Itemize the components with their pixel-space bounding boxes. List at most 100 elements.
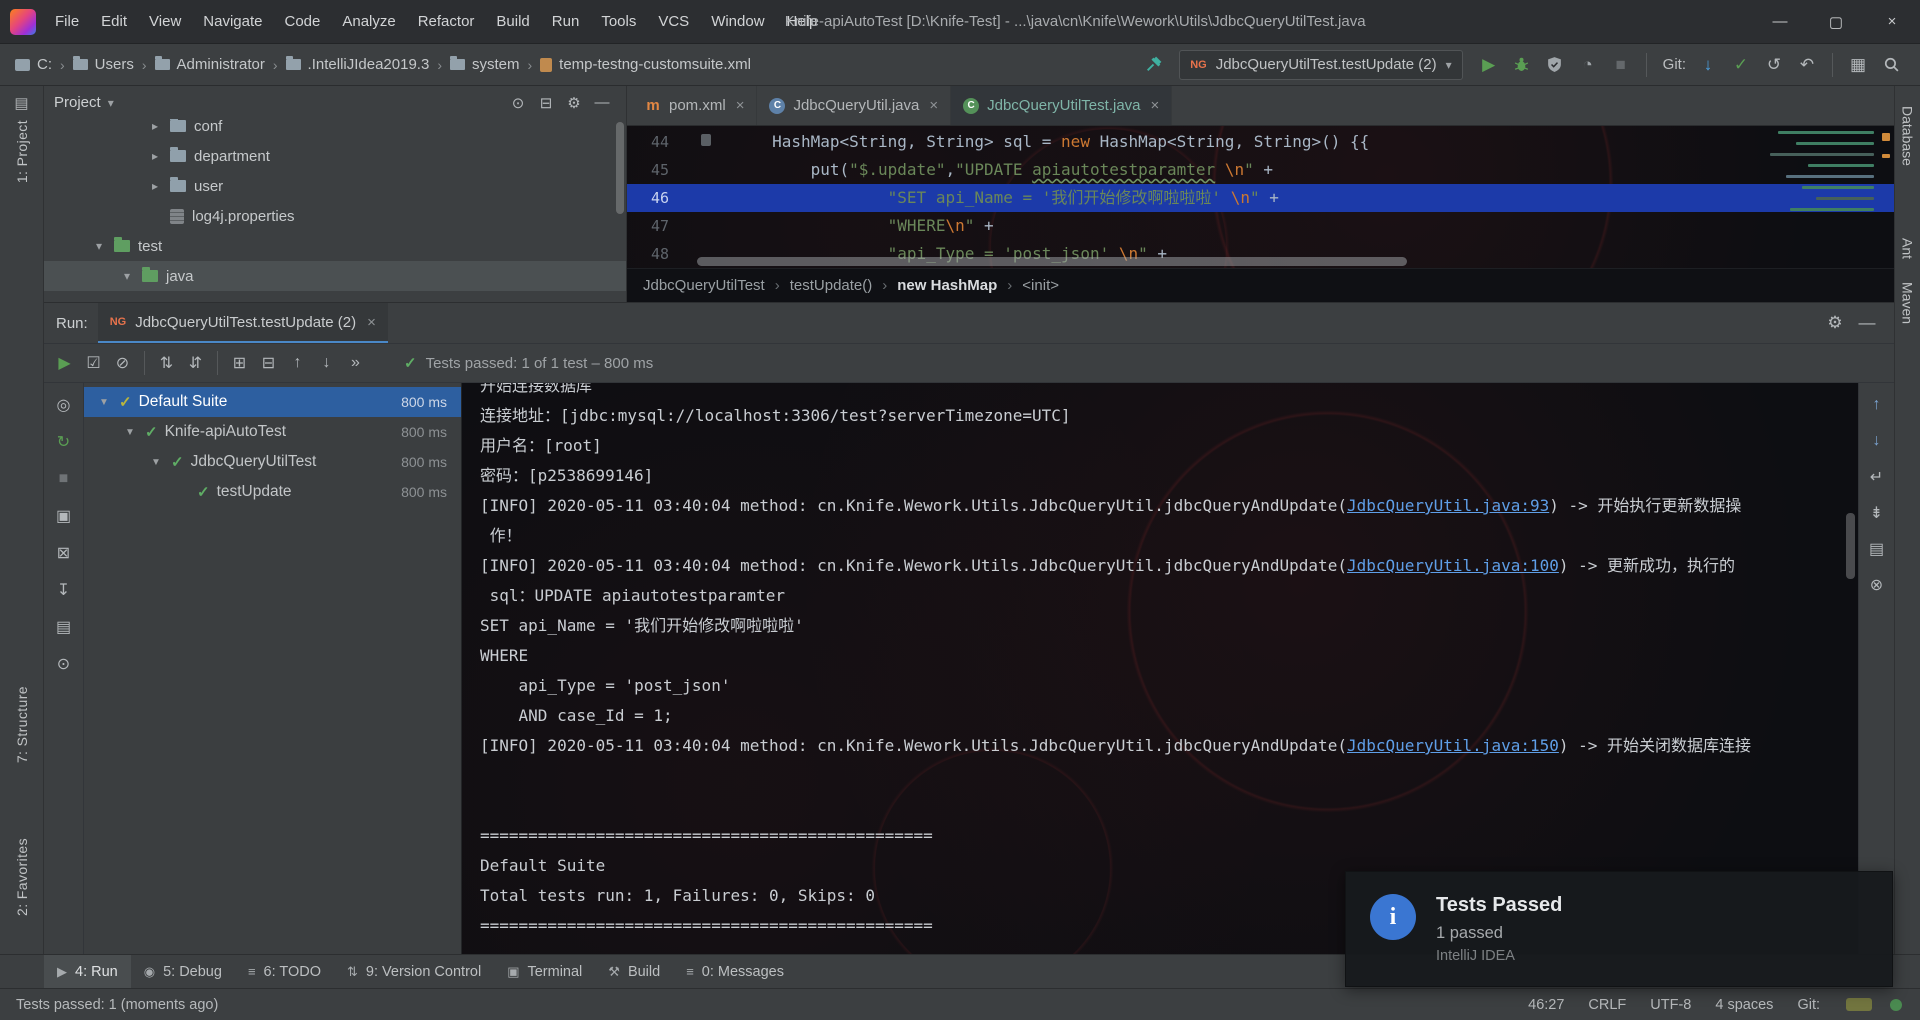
coverage-button[interactable] bbox=[1540, 50, 1570, 80]
menu-vcs[interactable]: VCS bbox=[647, 0, 700, 43]
status-message[interactable]: Tests passed: 1 (moments ago) bbox=[16, 997, 218, 1013]
sort-alphabetically-icon[interactable]: ⇅ bbox=[152, 349, 181, 377]
profiler-button[interactable]: ◔ bbox=[1573, 50, 1603, 80]
run-config-select[interactable]: NG JdbcQueryUtilTest.testUpdate (2) ▾ bbox=[1179, 49, 1463, 80]
collapse-all-icon[interactable]: ⊟ bbox=[532, 90, 560, 116]
breadcrumb-item[interactable]: C: bbox=[12, 54, 55, 75]
editor-horizontal-scrollbar[interactable] bbox=[697, 257, 1407, 266]
next-failed-icon[interactable]: ↓ bbox=[312, 349, 341, 377]
down-stack-trace-icon[interactable]: ↓ bbox=[1864, 429, 1890, 453]
status-4-spaces[interactable]: 4 spaces bbox=[1715, 997, 1773, 1013]
git-history-button[interactable]: ↺ bbox=[1759, 50, 1789, 80]
rerun-failed-icon[interactable]: ☑ bbox=[79, 349, 108, 377]
project-scrollbar[interactable] bbox=[616, 122, 624, 214]
project-item[interactable]: ▸ department bbox=[44, 141, 626, 171]
close-icon[interactable]: × bbox=[367, 314, 376, 331]
git-update-button[interactable]: ↓ bbox=[1693, 50, 1723, 80]
minimize-button[interactable]: — bbox=[1752, 0, 1808, 43]
status-crlf[interactable]: CRLF bbox=[1588, 997, 1626, 1013]
project-item[interactable]: ▸ user bbox=[44, 171, 626, 201]
status-46-27[interactable]: 46:27 bbox=[1528, 997, 1564, 1013]
console-link[interactable]: JdbcQueryUtil.java:93 bbox=[1347, 496, 1549, 515]
notification-body[interactable]: 1 passed bbox=[1436, 924, 1562, 943]
menu-run[interactable]: Run bbox=[541, 0, 591, 43]
breadcrumb-item[interactable]: Administrator bbox=[152, 54, 268, 75]
chevron-expanded-icon[interactable]: ▾ bbox=[120, 269, 134, 283]
chevron-expanded-icon[interactable]: ▼ bbox=[96, 397, 112, 408]
stripe-project[interactable]: 1: Project bbox=[14, 120, 30, 183]
editor-code[interactable]: 44 HashMap<String, String> sql = new Has… bbox=[627, 126, 1894, 268]
breadcrumb-item[interactable]: .IntelliJIdea2019.3 bbox=[283, 54, 433, 75]
scroll-to-end-icon[interactable]: ⇟ bbox=[1864, 501, 1890, 525]
debug-button[interactable] bbox=[1507, 50, 1537, 80]
more-actions-icon[interactable]: » bbox=[341, 349, 370, 377]
chevron-collapsed-icon[interactable]: ▸ bbox=[148, 149, 162, 163]
menu-tools[interactable]: Tools bbox=[590, 0, 647, 43]
gutter-marker-icon[interactable] bbox=[701, 134, 711, 146]
toolwindow-button-todo[interactable]: ≡ 6: TODO bbox=[235, 955, 334, 988]
stripe-database[interactable]: Database bbox=[1900, 106, 1916, 166]
chevron-expanded-icon[interactable]: ▾ bbox=[92, 239, 106, 253]
chevron-expanded-icon[interactable]: ▼ bbox=[148, 457, 164, 468]
project-item[interactable]: ▾ test bbox=[44, 231, 626, 261]
collapse-all-icon[interactable]: ⊟ bbox=[254, 349, 283, 377]
close-icon[interactable]: × bbox=[929, 97, 938, 114]
chevron-collapsed-icon[interactable]: ▸ bbox=[148, 179, 162, 193]
menu-window[interactable]: Window bbox=[700, 0, 775, 43]
filter-tests-icon[interactable]: ◎ bbox=[51, 393, 77, 417]
menu-file[interactable]: File bbox=[44, 0, 90, 43]
stop-process-icon[interactable]: ■ bbox=[51, 467, 77, 491]
toggle-auto-test-icon[interactable]: ⊘ bbox=[108, 349, 137, 377]
close-button[interactable]: × bbox=[1864, 0, 1920, 43]
git-commit-button[interactable]: ✓ bbox=[1726, 50, 1756, 80]
menu-view[interactable]: View bbox=[138, 0, 192, 43]
clear-console-icon[interactable]: ⊗ bbox=[1864, 573, 1890, 597]
close-icon[interactable]: × bbox=[1151, 97, 1160, 114]
editor-tab[interactable]: C JdbcQueryUtilTest.java × bbox=[951, 86, 1173, 125]
test-tree-node[interactable]: ▼ ✓ JdbcQueryUtilTest 800 ms bbox=[84, 447, 461, 477]
run-button[interactable]: ▶ bbox=[1474, 50, 1504, 80]
rerun-tests-icon[interactable]: ▶ bbox=[50, 349, 79, 377]
hide-run-panel-icon[interactable]: — bbox=[1852, 308, 1882, 338]
menu-build[interactable]: Build bbox=[485, 0, 540, 43]
status-git-[interactable]: Git: bbox=[1797, 997, 1820, 1013]
menu-navigate[interactable]: Navigate bbox=[192, 0, 273, 43]
console-link[interactable]: JdbcQueryUtil.java:100 bbox=[1347, 556, 1559, 575]
git-rollback-button[interactable]: ↶ bbox=[1792, 50, 1822, 80]
test-tree-node[interactable]: ▼ ✓ Knife-apiAutoTest 800 ms bbox=[84, 417, 461, 447]
select-opened-file-icon[interactable]: ⊙ bbox=[504, 90, 532, 116]
toolwindow-button-build[interactable]: ⚒ Build bbox=[595, 955, 673, 988]
build-hammer-icon[interactable] bbox=[1138, 50, 1168, 80]
stop-button[interactable]: ■ bbox=[1606, 50, 1636, 80]
toolwindow-button-run[interactable]: ▶ 4: Run bbox=[44, 955, 131, 988]
soft-wrap-icon[interactable]: ↵ bbox=[1864, 465, 1890, 489]
console-output[interactable]: 开始连接数据库 连接地址：[jdbc:mysql://localhost:3306… bbox=[462, 383, 1858, 954]
project-header-label[interactable]: Project bbox=[54, 94, 101, 111]
stripe-maven[interactable]: Maven bbox=[1900, 282, 1916, 324]
run-tab[interactable]: NG JdbcQueryUtilTest.testUpdate (2) × bbox=[97, 303, 388, 343]
test-tree-node[interactable]: ▼ ✓ Default Suite 800 ms bbox=[84, 387, 461, 417]
chevron-collapsed-icon[interactable]: ▸ bbox=[148, 119, 162, 133]
status-utf-8[interactable]: UTF-8 bbox=[1650, 997, 1691, 1013]
breadcrumb-item[interactable]: JdbcQueryUtilTest bbox=[643, 277, 765, 294]
project-item[interactable]: log4j.properties bbox=[44, 201, 626, 231]
breadcrumb-item[interactable]: <init> bbox=[1022, 277, 1059, 294]
inspection-indicator[interactable] bbox=[1890, 998, 1902, 1011]
editor-error-stripe[interactable] bbox=[1880, 126, 1892, 268]
chevron-down-icon[interactable]: ▾ bbox=[108, 96, 114, 110]
project-options-icon[interactable]: ⚙ bbox=[560, 90, 588, 116]
menu-analyze[interactable]: Analyze bbox=[331, 0, 406, 43]
expand-all-icon[interactable]: ⊞ bbox=[225, 349, 254, 377]
breadcrumb-item[interactable]: temp-testng-customsuite.xml bbox=[537, 54, 754, 75]
console-scrollbar[interactable] bbox=[1846, 513, 1855, 579]
notification-toast[interactable]: i Tests Passed 1 passed IntelliJ IDEA bbox=[1345, 871, 1893, 987]
toolwindow-button-messages[interactable]: ≡ 0: Messages bbox=[673, 955, 797, 988]
stripe-structure[interactable]: 7: Structure bbox=[14, 686, 30, 763]
restore-layout-icon[interactable]: ▤ bbox=[51, 615, 77, 639]
test-history-icon[interactable]: ▣ bbox=[51, 504, 77, 528]
git-branch-indicator[interactable] bbox=[1846, 998, 1872, 1011]
menu-code[interactable]: Code bbox=[273, 0, 331, 43]
menu-help[interactable]: Help bbox=[776, 0, 829, 43]
chevron-expanded-icon[interactable]: ▼ bbox=[122, 427, 138, 438]
sort-by-duration-icon[interactable]: ⇵ bbox=[181, 349, 210, 377]
